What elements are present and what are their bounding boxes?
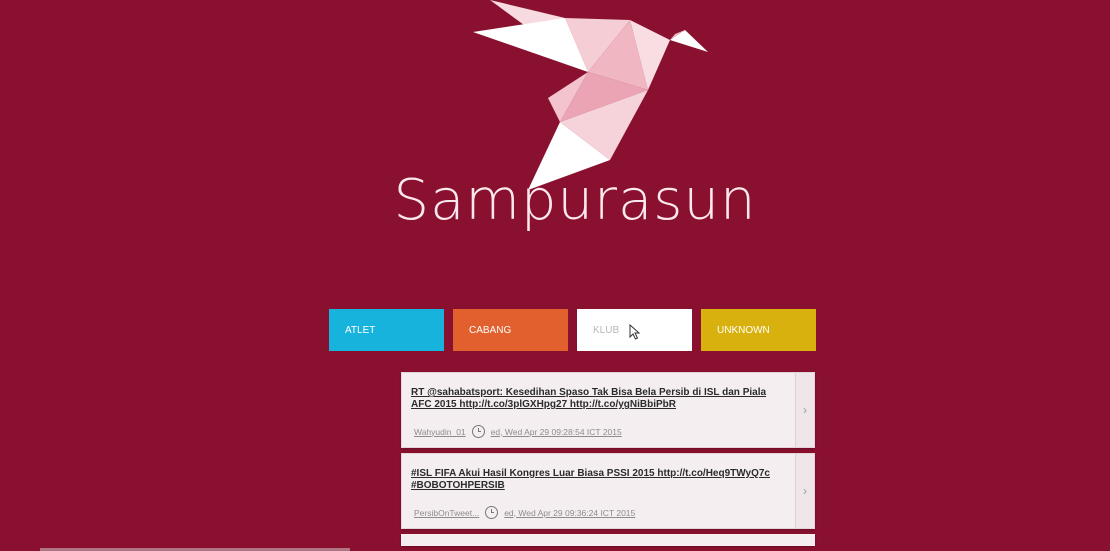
tab-cabang[interactable]: CABANG	[453, 309, 568, 351]
tweet-card-partial[interactable]	[401, 534, 815, 546]
tweet-meta: PersibOnTweet... ed, Wed Apr 29 09:36:24…	[414, 506, 635, 519]
category-tabs: ATLET CABANG KLUB UNKNOWN	[329, 309, 816, 351]
clock-icon	[471, 425, 485, 438]
tweet-card[interactable]: RT @sahabatsport: Kesedihan Spaso Tak Bi…	[401, 372, 815, 448]
tweet-time[interactable]: ed, Wed Apr 29 09:28:54 ICT 2015	[491, 427, 622, 437]
origami-bird-logo	[473, 0, 708, 190]
tweet-meta: Wahyudin_01 ed, Wed Apr 29 09:28:54 ICT …	[414, 425, 622, 438]
chevron-right-icon[interactable]: ›	[795, 454, 814, 528]
clock-icon	[485, 506, 499, 519]
tweet-text[interactable]: RT @sahabatsport: Kesedihan Spaso Tak Bi…	[411, 387, 784, 411]
tweet-user[interactable]: Wahyudin_01	[414, 427, 466, 437]
tab-klub-label: KLUB	[593, 324, 620, 336]
tweet-text[interactable]: #ISL FIFA Akui Hasil Kongres Luar Biasa …	[411, 468, 784, 492]
tab-unknown-label: UNKNOWN	[717, 324, 770, 336]
tweet-user[interactable]: PersibOnTweet...	[414, 508, 479, 518]
tweet-feed: RT @sahabatsport: Kesedihan Spaso Tak Bi…	[401, 372, 815, 546]
tweet-time[interactable]: ed, Wed Apr 29 09:36:24 ICT 2015	[504, 508, 635, 518]
tab-atlet-label: ATLET	[345, 324, 376, 336]
tab-cabang-label: CABANG	[469, 324, 512, 336]
tab-unknown[interactable]: UNKNOWN	[701, 309, 816, 351]
tab-atlet[interactable]: ATLET	[329, 309, 444, 351]
brand-title: Sampurasun	[393, 168, 757, 233]
tab-klub[interactable]: KLUB	[577, 309, 692, 351]
chevron-right-icon[interactable]: ›	[795, 373, 814, 447]
tweet-card[interactable]: #ISL FIFA Akui Hasil Kongres Luar Biasa …	[401, 453, 815, 529]
mouse-cursor-icon	[629, 324, 641, 340]
